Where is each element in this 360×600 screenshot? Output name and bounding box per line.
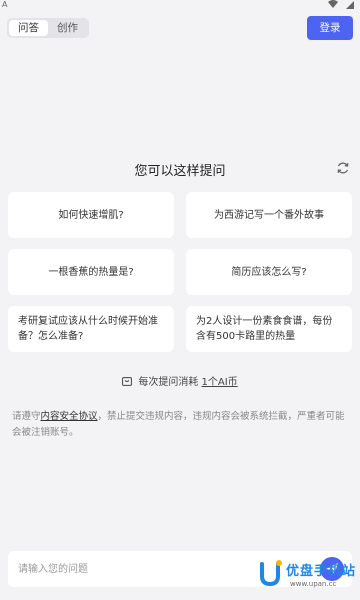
cost-prefix: 每次提问消耗: [138, 377, 199, 388]
suggestion-card[interactable]: 为西游记写一个番外故事: [186, 192, 352, 238]
tab-create[interactable]: 创作: [48, 20, 87, 36]
cost-amount: 1个AI币: [201, 377, 238, 388]
suggestion-card[interactable]: 一根香蕉的热量是?: [8, 249, 174, 295]
suggestion-card[interactable]: 考研复试应该从什么时候开始准备？怎么准备?: [8, 306, 174, 352]
wifi-icon: [328, 0, 338, 8]
cost-info: 每次提问消耗 1个AI币: [0, 373, 360, 388]
suggestion-card[interactable]: 为2人设计一份素食食谱，每份含有500卡路里的热量: [186, 306, 352, 352]
watermark-title: 优盘手机站: [286, 564, 357, 579]
question-input[interactable]: [18, 551, 288, 587]
status-bar: A: [0, 0, 360, 10]
notification-icon: A: [2, 0, 8, 9]
notice-before: 请遵守: [12, 411, 41, 422]
suggestion-text: 简历应该怎么写?: [231, 266, 307, 278]
battery-icon: [346, 1, 354, 9]
content-notice: 请遵守内容安全协议，禁止提交违规内容，违规内容会被系统拦截，严重者可能会被注销账…: [12, 409, 348, 441]
mode-tabs: 问答 创作: [7, 18, 89, 38]
suggestion-text: 为2人设计一份素食食谱，每份含有500卡路里的热量: [196, 316, 333, 342]
watermark: 优盘手机站 www.upan.cc: [256, 558, 356, 592]
suggestion-text: 一根香蕉的热量是?: [48, 266, 134, 278]
content-safety-agreement-link[interactable]: 内容安全协议: [41, 411, 98, 422]
suggestion-card[interactable]: 简历应该怎么写?: [186, 249, 352, 295]
top-bar: 问答 创作 登录: [7, 16, 353, 40]
suggestions-title: 您可以这样提问: [134, 164, 226, 179]
tab-qa[interactable]: 问答: [9, 20, 48, 36]
watermark-url: www.upan.cc: [290, 580, 337, 588]
suggestion-text: 为西游记写一个番外故事: [214, 209, 324, 221]
wallet-icon: [122, 376, 133, 386]
login-button[interactable]: 登录: [307, 16, 353, 40]
suggestion-text: 考研复试应该从什么时候开始准备？怎么准备?: [18, 316, 158, 342]
suggestion-card[interactable]: 如何快速增肌?: [8, 192, 174, 238]
refresh-icon[interactable]: [336, 161, 350, 175]
watermark-logo-icon: [260, 560, 282, 587]
suggestion-text: 如何快速增肌?: [58, 209, 124, 221]
